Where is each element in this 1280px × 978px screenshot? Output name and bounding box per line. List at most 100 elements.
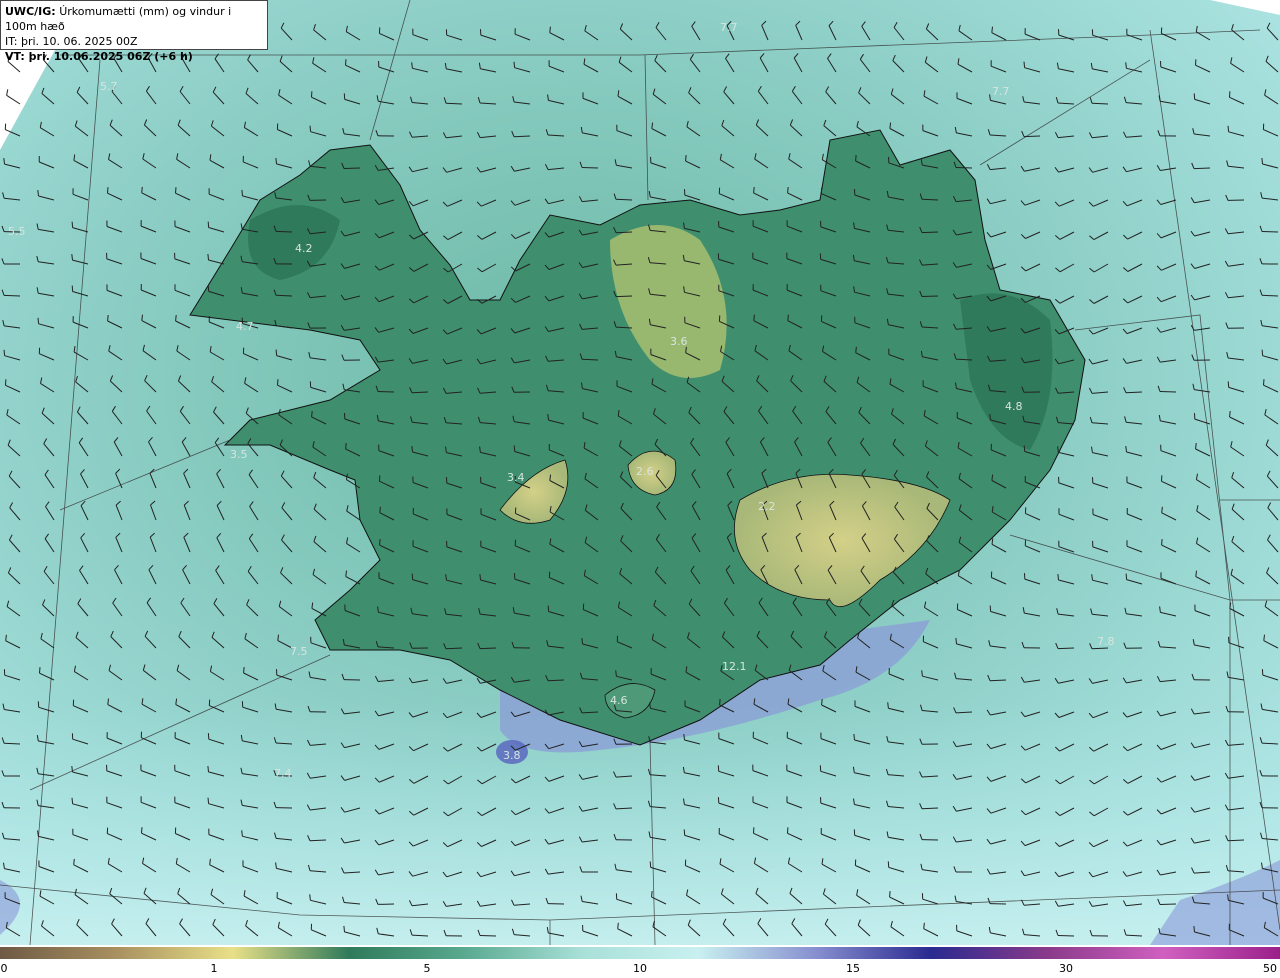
wind-barb bbox=[1057, 647, 1075, 650]
wind-barb-flag bbox=[787, 186, 789, 193]
wind-barb-flag bbox=[411, 62, 413, 69]
colorbar bbox=[0, 947, 1280, 959]
wind-barb-flag bbox=[991, 26, 993, 33]
wind-barb-flag bbox=[1263, 379, 1265, 386]
wind-barb-flag bbox=[73, 858, 75, 865]
map-label: 4.7 bbox=[236, 320, 254, 333]
wind-barb-flag bbox=[1161, 539, 1163, 546]
wind-barb-flag bbox=[175, 187, 177, 194]
wind-barb bbox=[1261, 294, 1279, 297]
wind-barb-flag bbox=[1227, 125, 1230, 132]
map-label: 7.4 bbox=[274, 767, 292, 780]
wind-barb bbox=[921, 231, 939, 234]
wind-barb-flag bbox=[753, 186, 755, 193]
map-label: 4.6 bbox=[610, 694, 628, 707]
wind-barb-flag bbox=[345, 442, 347, 449]
map-label: 4.8 bbox=[1005, 400, 1023, 413]
wind-barb-flag bbox=[379, 539, 381, 546]
wind-barb-flag bbox=[343, 925, 345, 932]
wind-barb bbox=[1159, 391, 1177, 393]
wind-barb-flag bbox=[275, 349, 278, 356]
wind-barb-flag bbox=[617, 922, 619, 929]
wind-barb-flag bbox=[853, 733, 855, 741]
wind-barb-flag bbox=[207, 285, 210, 292]
wind-barb-flag bbox=[3, 158, 5, 165]
wind-barb bbox=[615, 295, 633, 298]
wind-barb-flag bbox=[685, 155, 687, 162]
map-label: 3.8 bbox=[503, 749, 521, 762]
wind-barb-flag bbox=[683, 829, 686, 836]
wind-barb-flag bbox=[411, 445, 413, 453]
map-label: 12.1 bbox=[722, 660, 747, 673]
wind-barb-flag bbox=[1125, 573, 1128, 580]
wind-barb bbox=[921, 295, 939, 297]
title-line: UWC/IG: Úrkomumætti (mm) og vindur i 100… bbox=[5, 4, 263, 34]
wind-barb bbox=[479, 647, 497, 650]
wind-barb-flag bbox=[345, 570, 347, 577]
wind-barb-flag bbox=[141, 186, 143, 193]
wind-barb-flag bbox=[175, 314, 177, 322]
wind-barb-flag bbox=[1193, 93, 1196, 100]
wind-barb bbox=[343, 167, 361, 169]
wind-barb-flag bbox=[649, 861, 652, 868]
wind-barb-flag bbox=[1195, 442, 1197, 450]
wind-barb-flag bbox=[1193, 925, 1195, 933]
wind-barb-flag bbox=[379, 506, 381, 513]
wind-barb bbox=[1023, 135, 1041, 138]
wind-barb bbox=[615, 198, 633, 201]
wind-barb-flag bbox=[309, 894, 311, 901]
wind-barb-flag bbox=[889, 891, 891, 898]
map-label: 7.7 bbox=[992, 85, 1010, 98]
wind-barb-flag bbox=[651, 891, 653, 898]
wind-barb-flag bbox=[277, 634, 279, 641]
wind-barb bbox=[1159, 903, 1177, 905]
map-label: 7.8 bbox=[1097, 635, 1115, 648]
wind-barb-flag bbox=[821, 698, 823, 706]
wind-barb bbox=[1261, 231, 1279, 233]
wind-barb-flag bbox=[345, 59, 347, 66]
colorbar-tick-label: 10 bbox=[633, 962, 647, 975]
wind-barb-flag bbox=[547, 605, 550, 612]
wind-barb-flag bbox=[787, 314, 789, 321]
wind-barb-flag bbox=[1229, 602, 1232, 609]
wind-barb-flag bbox=[615, 670, 617, 677]
colorbar-tick-label: 50 bbox=[1263, 962, 1277, 975]
wind-barb-flag bbox=[1125, 445, 1127, 453]
colorbar-tick-label: 15 bbox=[846, 962, 860, 975]
wind-barb-flag bbox=[923, 922, 925, 929]
colorbar-tick-label: 0 bbox=[0, 962, 8, 975]
map-label: 3.5 bbox=[230, 448, 248, 461]
wind-barb-flag bbox=[889, 122, 892, 129]
wind-barb-flag bbox=[241, 830, 243, 837]
wind-barb-flag bbox=[1229, 410, 1231, 418]
wind-barb-flag bbox=[241, 189, 243, 196]
wind-barb bbox=[479, 935, 497, 937]
wind-barb bbox=[955, 167, 973, 169]
map-label: 3.4 bbox=[507, 471, 525, 484]
wind-barb bbox=[377, 391, 395, 393]
map-label: 7.7 bbox=[720, 21, 738, 34]
wind-barb-flag bbox=[3, 349, 6, 356]
wind-barb bbox=[989, 679, 1007, 682]
wind-barb-flag bbox=[547, 414, 549, 421]
wind-barb-flag bbox=[513, 61, 516, 68]
wind-barb-flag bbox=[107, 187, 109, 194]
wind-barb-flag bbox=[1261, 349, 1264, 356]
wind-barb-flag bbox=[1057, 573, 1059, 581]
wind-barb bbox=[1057, 935, 1075, 937]
map-label: 4.2 bbox=[295, 242, 313, 255]
wind-barb bbox=[513, 135, 531, 138]
valid-time: VT: þri. 10.06.2025 06Z (+6 h) bbox=[5, 50, 193, 63]
info-box: UWC/IG: Úrkomumætti (mm) og vindur i 100… bbox=[0, 0, 268, 63]
map-label: 2.2 bbox=[758, 500, 776, 513]
map-label: 5.5 bbox=[8, 225, 26, 238]
wind-barb-flag bbox=[5, 634, 7, 641]
wind-barb-flag bbox=[37, 317, 40, 324]
wind-barb-flag bbox=[1263, 634, 1265, 641]
wind-barb-flag bbox=[991, 474, 994, 481]
wind-barb-flag bbox=[71, 221, 74, 228]
wind-barb-flag bbox=[311, 410, 313, 417]
wind-barb-flag bbox=[1023, 61, 1026, 68]
map-label: 7.5 bbox=[290, 645, 308, 658]
map-label: 5.7 bbox=[100, 80, 118, 93]
